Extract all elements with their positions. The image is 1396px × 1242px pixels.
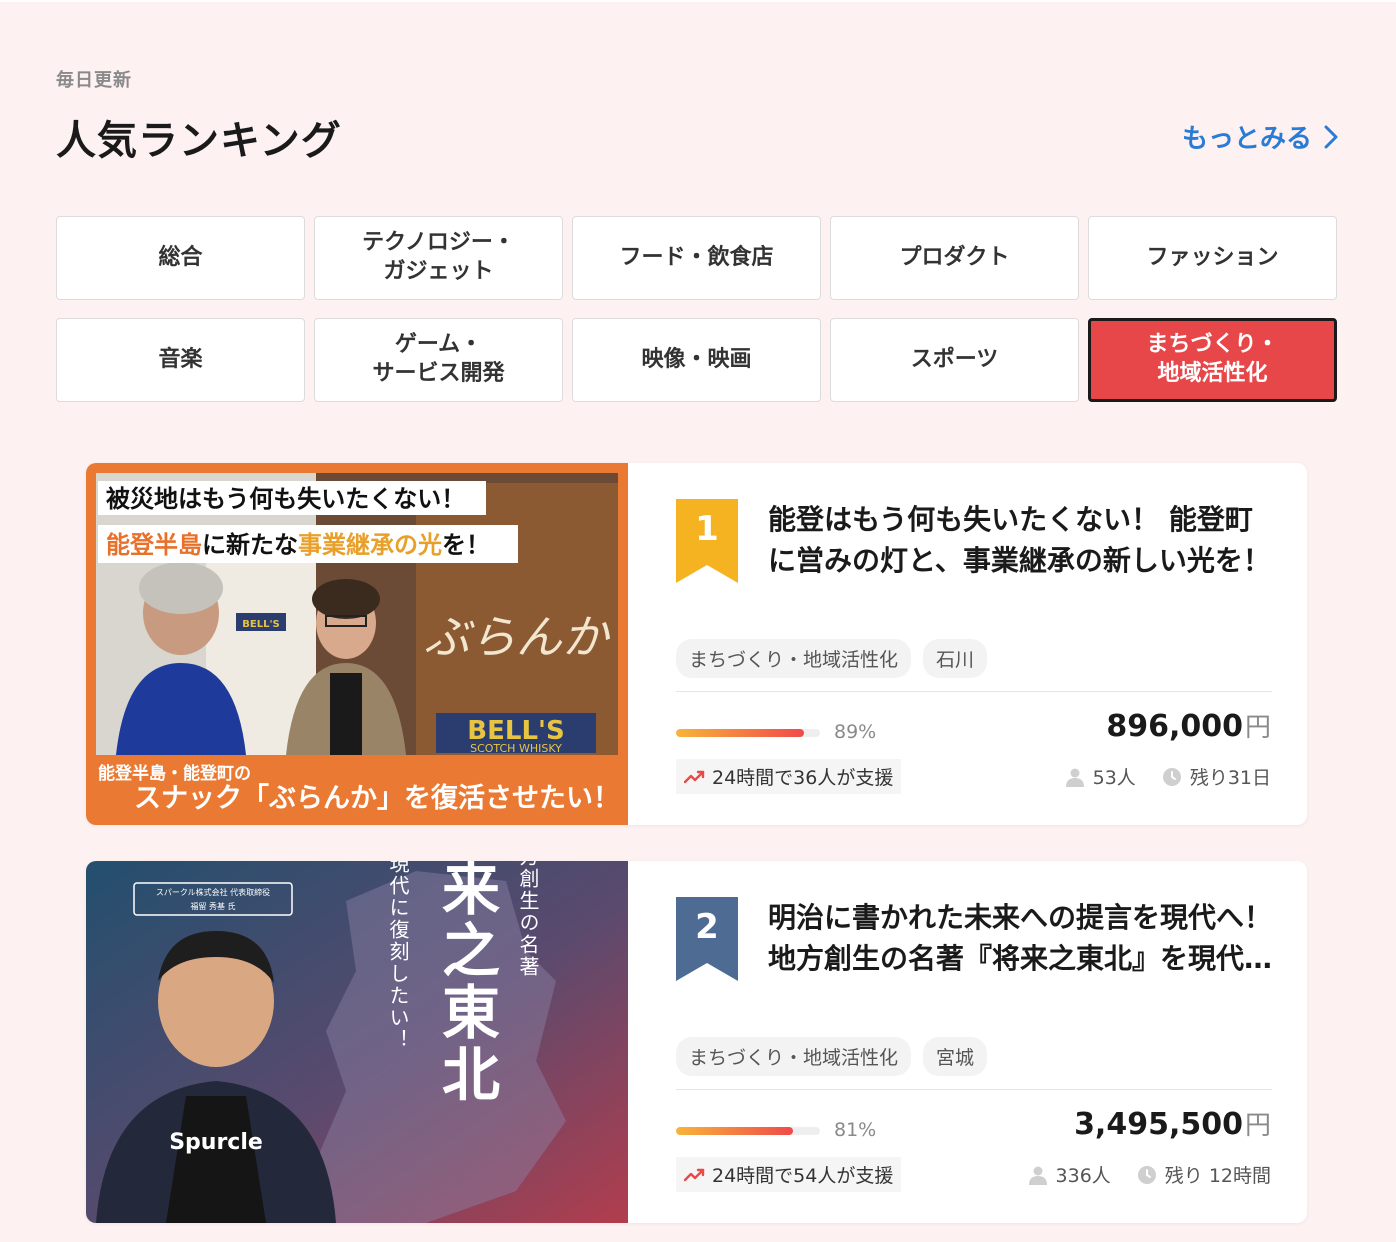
trend-text: 24時間で36人が支援 [712,767,894,789]
person-icon [1065,768,1084,787]
category-tab-technology[interactable]: テクノロジー・ ガジェット [314,216,563,300]
progress-percent: 81% [834,1119,877,1141]
person-icon [1028,1166,1047,1185]
category-tab-sports[interactable]: スポーツ [830,318,1079,402]
section-title: 人気ランキング [56,118,342,164]
tag-category[interactable]: まちづくり・地域活性化 [676,639,912,678]
project-title[interactable]: 能登はもう何も失いたくない！ 能登町に営みの灯と、事業継承の新しい光を！ [768,499,1273,581]
category-tab-game[interactable]: ゲーム・ サービス開発 [314,318,563,402]
trend-up-icon [684,1168,705,1181]
bells-small-sign: BELL'S [242,619,279,630]
progress-fill [676,729,805,737]
chevron-right-icon [1324,125,1338,148]
trend-badge: 24時間で36人が支援 [676,759,902,794]
funded-amount: 3,495,500円 [1074,1107,1271,1142]
project-card[interactable]: BELL'S SCOTCH WHISKY ぶらんか BELL'S 被災地はもう何… [86,463,1307,825]
project-stats: 336人 残り 12時間 [1028,1161,1271,1188]
clock-icon [1137,1165,1156,1184]
tag-category[interactable]: まちづくり・地域活性化 [676,1037,912,1076]
company-line-1: スパークル株式会社 代表取締役 [156,887,270,897]
thumb-subline: 能登半島・能登町の [98,763,251,784]
category-tab-music[interactable]: 音楽 [56,318,305,402]
remaining-time: 残り31日 [1189,767,1271,789]
progress-percent: 89% [834,721,877,743]
shirt-logo-text: Spurcle [169,1130,263,1155]
category-tab-film[interactable]: 映像・映画 [572,318,821,402]
category-tab-fashion[interactable]: ファッション [1088,216,1337,300]
top-border [0,0,1396,2]
category-tab-product[interactable]: プロダクト [830,216,1079,300]
rank-number: 1 [695,509,719,549]
project-thumbnail[interactable]: スパークル株式会社 代表取締役 福留 秀基 氏 Spurcle 将来之東北 地方… [86,861,628,1223]
project-thumbnail[interactable]: BELL'S SCOTCH WHISKY ぶらんか BELL'S 被災地はもう何… [86,463,628,825]
rank-badge: 2 [676,897,738,981]
project-card[interactable]: スパークル株式会社 代表取締役 福留 秀基 氏 Spurcle 将来之東北 地方… [86,861,1307,1223]
project-stats: 53人 残り31日 [1065,763,1271,790]
funding-progress-bar [676,1127,820,1135]
category-tab-community[interactable]: まちづくり・ 地域活性化 [1088,318,1337,402]
divider [676,691,1272,692]
divider [676,1089,1272,1090]
funding-progress-bar [676,729,820,737]
thumb-headline-2: 能登半島に新たな事業継承の光を！ [106,531,490,559]
vertical-subtitle-2: を現代に復刻したい！ [386,861,410,1051]
vertical-subtitle-1: 地方創生の名著 [516,861,540,978]
trend-text: 24時間で54人が支援 [712,1165,894,1187]
funded-amount: 896,000円 [1106,709,1271,744]
rank-number: 2 [695,907,719,947]
section-subtitle: 毎日更新 [56,70,132,91]
category-tabs: 総合 テクノロジー・ ガジェット フード・飲食店 プロダクト ファッション 音楽… [56,216,1338,402]
category-tab-overall[interactable]: 総合 [56,216,305,300]
bells-sign-subtext: SCOTCH WHISKY [470,742,562,755]
company-line-2: 福留 秀基 氏 [190,901,235,911]
trend-badge: 24時間で54人が支援 [676,1157,902,1192]
remaining-time: 残り 12時間 [1164,1165,1271,1187]
tag-prefecture[interactable]: 石川 [923,639,988,678]
big-vertical-title: 将来之東北 [432,861,500,1106]
rank-badge: 1 [676,499,738,583]
thumb-main-line: スナック「ぶらんか」を復活させたい！ [134,782,620,814]
clock-icon [1162,767,1181,786]
see-more-link[interactable]: もっとみる [1182,118,1340,155]
supporter-count: 336人 [1055,1165,1111,1187]
progress-fill [676,1127,793,1135]
tag-prefecture[interactable]: 宮城 [923,1037,988,1076]
see-more-label: もっとみる [1181,124,1312,154]
project-title[interactable]: 明治に書かれた未来への提言を現代へ！地方創生の名著『将来之東北』を現代に復刻した… [768,897,1273,979]
tag-list: まちづくり・地域活性化 石川 [676,639,988,678]
tag-list: まちづくり・地域活性化 宮城 [676,1037,988,1076]
store-sign-text: ぶらんか [424,610,611,664]
thumb-headline-1: 被災地はもう何も失いたくない！ [106,485,465,513]
category-tab-food[interactable]: フード・飲食店 [572,216,821,300]
trend-up-icon [684,770,705,783]
supporter-count: 53人 [1092,767,1136,789]
